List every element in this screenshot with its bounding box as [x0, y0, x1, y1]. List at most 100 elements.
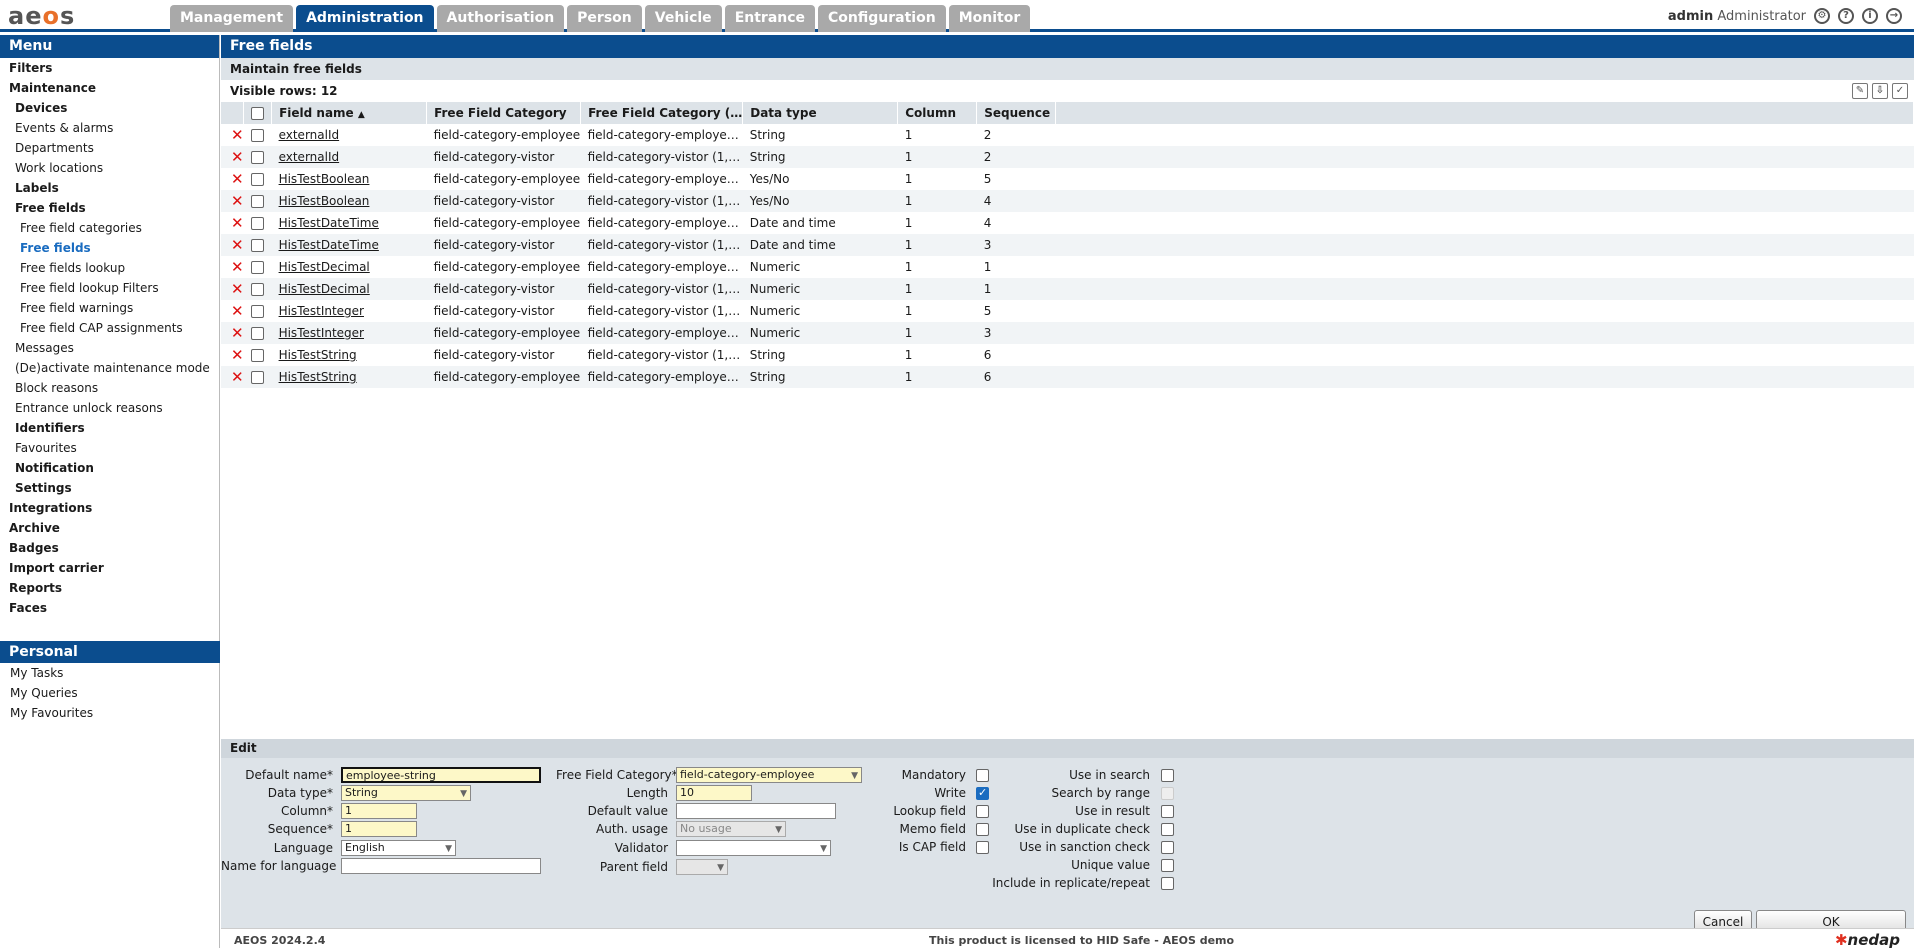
- data-type-select[interactable]: String ▼: [341, 785, 471, 801]
- row-select-checkbox[interactable]: [250, 151, 264, 164]
- row-checkbox[interactable]: [244, 124, 272, 146]
- category-select[interactable]: field-category-employee ▼: [676, 767, 862, 783]
- tab-authorisation[interactable]: Authorisation: [436, 5, 565, 32]
- tab-entrance[interactable]: Entrance: [724, 5, 816, 32]
- tab-vehicle[interactable]: Vehicle: [644, 5, 722, 32]
- sidebar-item-my-tasks[interactable]: My Tasks: [0, 663, 220, 683]
- table-row[interactable]: ✕ HisTestBoolean field-category-vistor fiel…: [221, 190, 1914, 212]
- sidebar-item-notification[interactable]: Notification: [0, 458, 219, 478]
- delete-icon[interactable]: ✕: [221, 190, 244, 212]
- row-checkbox[interactable]: [243, 366, 272, 388]
- table-row[interactable]: ✕ externalId field-category-employee field-…: [221, 124, 1914, 146]
- row-checkbox[interactable]: [243, 146, 272, 168]
- sidebar-item-block-reasons[interactable]: Block reasons: [0, 378, 219, 398]
- row-select-checkbox[interactable]: [250, 195, 264, 208]
- row-select-checkbox[interactable]: [250, 327, 264, 340]
- sidebar-item-free-field-cap-assignments[interactable]: Free field CAP assignments: [0, 318, 219, 338]
- sidebar-item-my-favourites[interactable]: My Favourites: [0, 703, 220, 723]
- field-name-text[interactable]: HisTestString: [279, 348, 357, 362]
- sidebar-item-free-fields[interactable]: Free fields: [0, 238, 219, 258]
- sidebar-item-free-fields-group[interactable]: Free fields: [0, 198, 219, 218]
- sidebar-item-maintenance-mode[interactable]: (De)activate maintenance mode: [0, 358, 219, 378]
- field-name-text[interactable]: externalId: [279, 150, 340, 164]
- edit-columns-icon[interactable]: ✎: [1852, 83, 1868, 99]
- header-sequence[interactable]: Sequence: [976, 102, 1057, 124]
- field-name-link[interactable]: externalId: [271, 146, 427, 168]
- row-checkbox[interactable]: [243, 190, 272, 212]
- table-row[interactable]: ✕ HisTestDecimal field-category-vistor fiel…: [221, 278, 1914, 300]
- field-name-text[interactable]: HisTestInteger: [279, 326, 364, 340]
- field-name-link[interactable]: HisTestString: [271, 366, 427, 388]
- column-input[interactable]: 1: [341, 803, 417, 819]
- replicate-checkbox[interactable]: [1161, 876, 1174, 890]
- header-data-type[interactable]: Data type: [742, 102, 899, 124]
- table-row[interactable]: ✕ HisTestString field-category-vistor field…: [221, 344, 1914, 366]
- field-name-text[interactable]: HisTestInteger: [279, 304, 364, 318]
- row-checkbox[interactable]: [244, 300, 272, 322]
- sidebar-item-favourites[interactable]: Favourites: [0, 438, 219, 458]
- sidebar-item-events-alarms[interactable]: Events & alarms: [0, 118, 219, 138]
- sidebar-item-maintenance[interactable]: Maintenance: [0, 78, 219, 98]
- validator-select[interactable]: ▼: [676, 840, 831, 856]
- use-in-sanction-checkbox[interactable]: [1161, 840, 1174, 854]
- delete-icon[interactable]: ✕: [221, 146, 244, 168]
- table-row[interactable]: ✕ HisTestDateTime field-category-vistor fie…: [221, 234, 1914, 256]
- delete-icon[interactable]: ✕: [221, 278, 244, 300]
- length-input[interactable]: 10: [676, 785, 752, 801]
- row-select-checkbox[interactable]: [250, 283, 264, 296]
- table-row[interactable]: ✕ HisTestDecimal field-category-employee fi…: [221, 256, 1914, 278]
- select-all-icon[interactable]: ✓: [1892, 83, 1908, 99]
- field-name-link[interactable]: externalId: [272, 124, 427, 146]
- sidebar-item-reports[interactable]: Reports: [0, 578, 219, 598]
- table-row[interactable]: ✕ externalId field-category-vistor field-ca…: [221, 146, 1914, 168]
- field-name-link[interactable]: HisTestBoolean: [272, 168, 427, 190]
- header-column[interactable]: Column: [897, 102, 978, 124]
- name-for-language-input[interactable]: [341, 858, 541, 874]
- sidebar-item-integrations[interactable]: Integrations: [0, 498, 219, 518]
- table-row[interactable]: ✕ HisTestInteger field-category-employee fi…: [221, 322, 1914, 344]
- sidebar-item-free-field-lookup-filters[interactable]: Free field lookup Filters: [0, 278, 219, 298]
- header-field-name[interactable]: Field name ▲: [271, 102, 428, 124]
- table-row[interactable]: ✕ HisTestString field-category-employee fie…: [221, 366, 1914, 388]
- sidebar-item-entrance-unlock-reasons[interactable]: Entrance unlock reasons: [0, 398, 219, 418]
- use-in-result-checkbox[interactable]: [1161, 804, 1174, 818]
- tab-configuration[interactable]: Configuration: [818, 5, 946, 32]
- tab-administration[interactable]: Administration: [296, 5, 434, 32]
- help-icon[interactable]: ?: [1838, 8, 1854, 24]
- tab-management[interactable]: Management: [170, 5, 294, 32]
- sidebar-item-faces[interactable]: Faces: [0, 598, 219, 618]
- header-category[interactable]: Free Field Category: [426, 102, 582, 124]
- delete-icon[interactable]: ✕: [221, 168, 244, 190]
- select-all-checkbox[interactable]: [251, 107, 265, 120]
- field-name-link[interactable]: HisTestString: [272, 344, 427, 366]
- table-row[interactable]: ✕ HisTestBoolean field-category-employee fi…: [221, 168, 1914, 190]
- sidebar-item-archive[interactable]: Archive: [0, 518, 219, 538]
- row-select-checkbox[interactable]: [250, 261, 264, 274]
- field-name-link[interactable]: HisTestDateTime: [272, 212, 427, 234]
- tab-person[interactable]: Person: [567, 5, 642, 32]
- row-select-checkbox[interactable]: [250, 129, 264, 142]
- field-name-text[interactable]: HisTestDateTime: [279, 238, 379, 252]
- use-in-search-checkbox[interactable]: [1161, 768, 1174, 782]
- field-name-link[interactable]: HisTestInteger: [271, 322, 427, 344]
- row-checkbox[interactable]: [243, 322, 272, 344]
- field-name-link[interactable]: HisTestDecimal: [271, 278, 427, 300]
- field-name-text[interactable]: HisTestDecimal: [279, 282, 370, 296]
- export-icon[interactable]: ⇩: [1872, 83, 1888, 99]
- row-select-checkbox[interactable]: [250, 305, 264, 318]
- default-name-input[interactable]: employee-string: [341, 767, 541, 783]
- sidebar-item-free-fields-lookup[interactable]: Free fields lookup: [0, 258, 219, 278]
- sidebar-item-work-locations[interactable]: Work locations: [0, 158, 219, 178]
- sidebar-item-free-field-warnings[interactable]: Free field warnings: [0, 298, 219, 318]
- row-checkbox[interactable]: [244, 256, 272, 278]
- aeos-logo[interactable]: aeos: [8, 2, 75, 30]
- delete-icon[interactable]: ✕: [221, 344, 244, 366]
- row-checkbox[interactable]: [244, 168, 272, 190]
- sidebar-item-my-queries[interactable]: My Queries: [0, 683, 220, 703]
- row-checkbox[interactable]: [244, 212, 272, 234]
- delete-icon[interactable]: ✕: [221, 300, 244, 322]
- field-name-text[interactable]: HisTestBoolean: [279, 172, 370, 186]
- delete-icon[interactable]: ✕: [221, 366, 244, 388]
- field-name-text[interactable]: HisTestString: [279, 370, 357, 384]
- table-row[interactable]: ✕ HisTestDateTime field-category-employee f…: [221, 212, 1914, 234]
